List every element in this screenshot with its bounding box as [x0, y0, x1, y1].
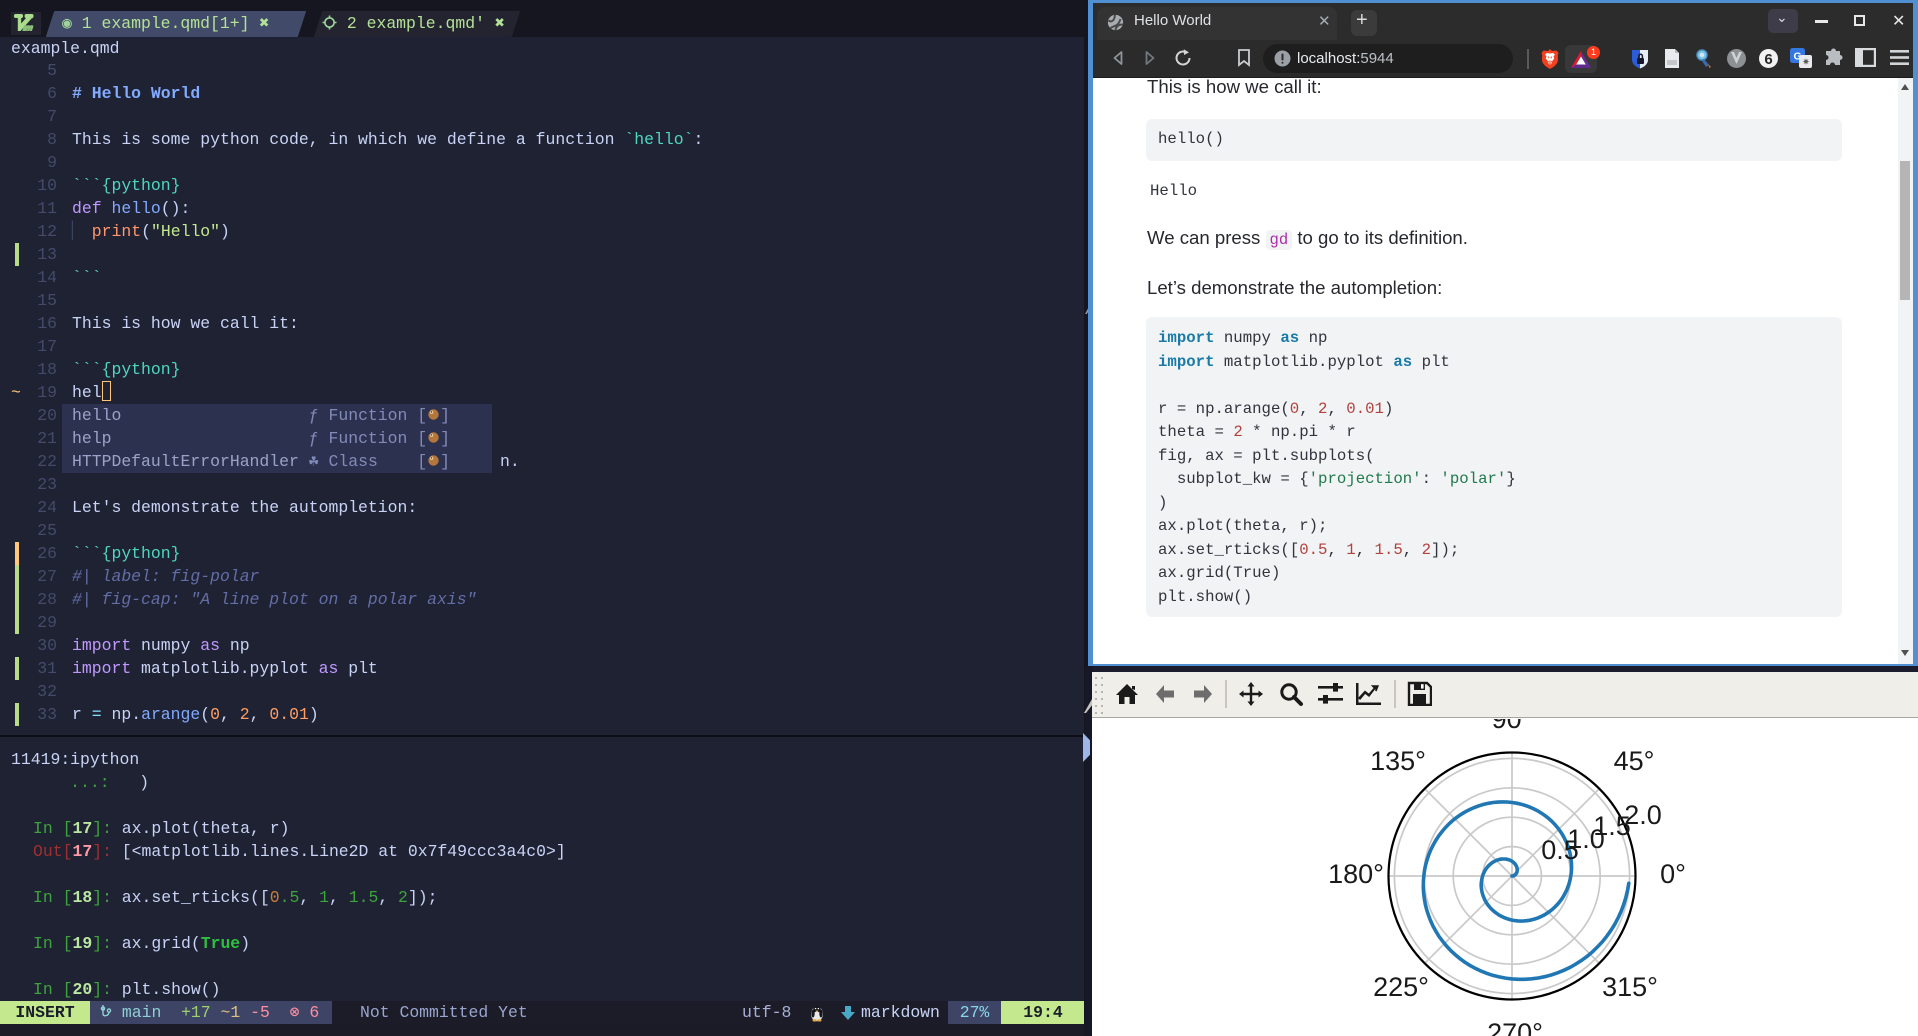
- svg-text:2.0: 2.0: [1624, 800, 1662, 830]
- svg-text:225°: 225°: [1373, 972, 1429, 1002]
- svg-text:315°: 315°: [1602, 972, 1658, 1002]
- svg-text:270°: 270°: [1487, 1018, 1543, 1036]
- svg-text:45°: 45°: [1614, 746, 1655, 776]
- svg-text:135°: 135°: [1370, 746, 1426, 776]
- svg-text:6: 6: [1764, 51, 1772, 68]
- svg-text:90°: 90°: [1492, 719, 1533, 734]
- svg-text:0°: 0°: [1660, 859, 1686, 889]
- svg-text:✷: ✷: [1802, 57, 1810, 68]
- svg-text:180°: 180°: [1328, 859, 1384, 889]
